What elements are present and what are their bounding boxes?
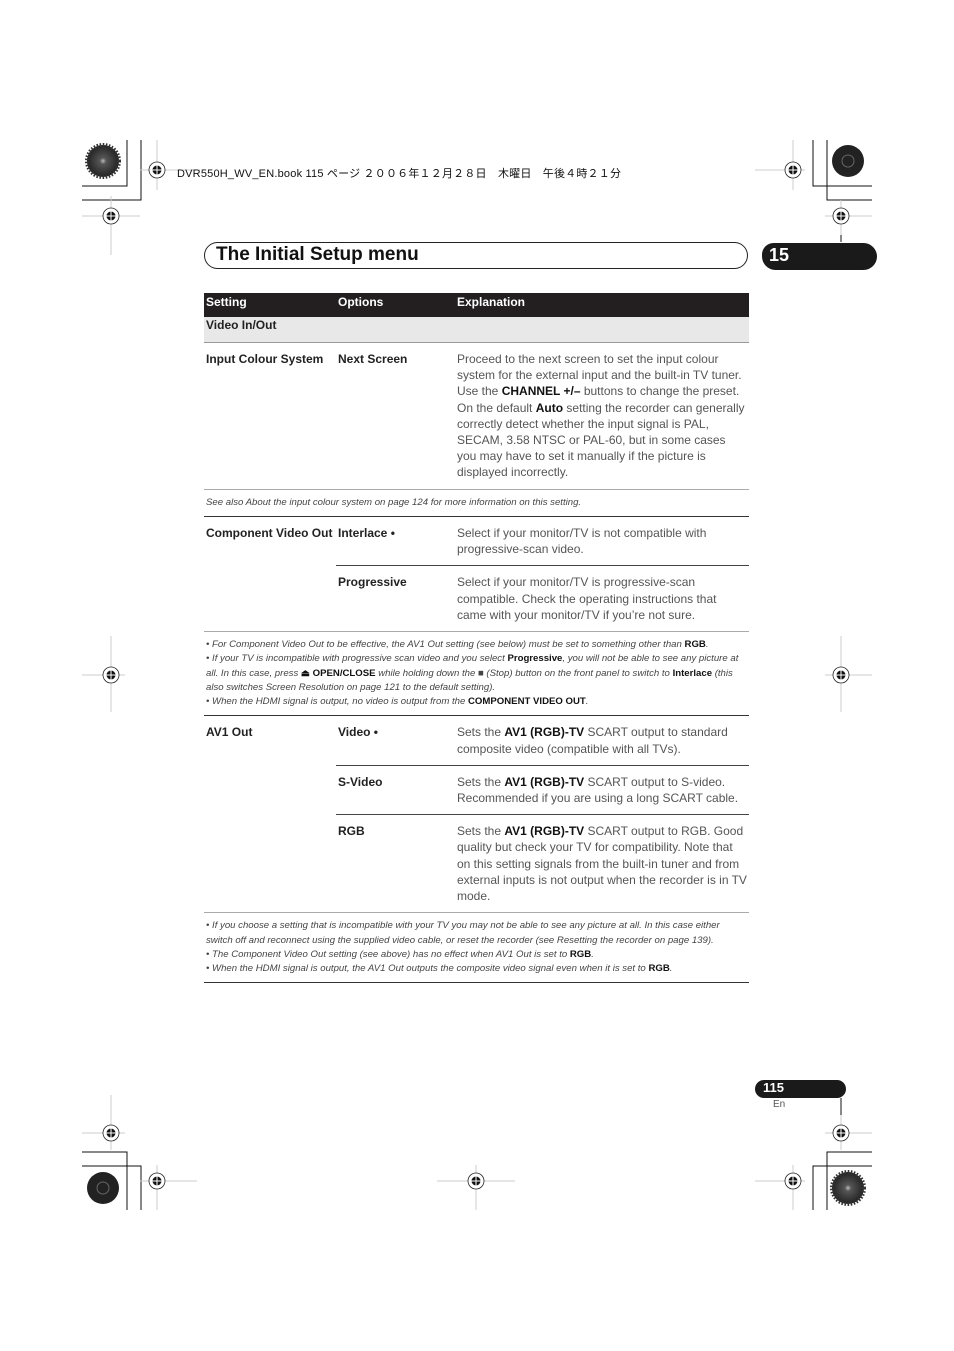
text-run: Sets the <box>457 725 505 740</box>
notes-cell: • If you choose a setting that is incomp… <box>204 912 749 984</box>
emphasis-text: AV1 (RGB)-TV <box>504 725 585 740</box>
notes-cell: • For Component Video Out to be effectiv… <box>204 630 749 717</box>
text-run: . <box>591 948 594 960</box>
emphasis-text: AV1 (RGB)-TV <box>504 774 585 789</box>
notes-cell: See also About the input colour system o… <box>204 488 749 517</box>
emphasis-text: CHANNEL +/– <box>501 384 581 399</box>
text-run: • The Component Video Out setting (see a… <box>206 948 570 960</box>
emphasis-text: RGB <box>684 638 706 650</box>
page-number: 115 <box>763 1080 784 1095</box>
note-item: • For Component Video Out to be effectiv… <box>206 638 747 652</box>
option-name: Progressive <box>336 565 455 632</box>
emphasis-text: Auto <box>535 400 564 415</box>
text-run: • If you choose a setting that is incomp… <box>206 920 720 946</box>
setting-name: AV1 Out <box>206 725 253 740</box>
page-title: The Initial Setup menu <box>216 244 419 265</box>
section-row: Video In/Out <box>204 317 749 343</box>
print-job-line: DVR550H_WV_EN.book 115 ページ ２００６年１２月２８日 木… <box>177 168 622 180</box>
table-row: Component Video Out Interlace • Select if … <box>204 516 749 565</box>
option-name: Video • <box>338 725 378 740</box>
option-name: Interlace • <box>338 525 395 540</box>
language-label: En <box>773 1099 786 1110</box>
header-options: Options <box>336 293 455 317</box>
setting-name: Input Colour System <box>206 352 324 366</box>
text-run: • When the HDMI signal is output, no vid… <box>206 696 468 708</box>
option-explanation: Select if your monitor/TV is progressive… <box>455 565 749 632</box>
table-row: Input Colour System Next Screen Proceed to… <box>204 343 749 490</box>
emphasis-text: Interlace <box>672 667 713 679</box>
option-name: S-Video <box>336 764 455 815</box>
text-run: . <box>585 696 589 708</box>
text-run: • For Component Video Out to be effectiv… <box>206 638 685 650</box>
table-header-row: Setting Options Explanation <box>204 293 749 317</box>
text-run: See also About the input colour system o… <box>206 496 582 508</box>
emphasis-text: ⏏ OPEN/CLOSE <box>300 667 376 679</box>
option-name: Next Screen <box>338 352 408 366</box>
section-title: Video In/Out <box>204 317 749 343</box>
text-run: . <box>705 638 709 650</box>
emphasis-text: COMPONENT VIDEO OUT <box>468 696 586 708</box>
text-run: Sets the <box>457 824 505 839</box>
option-explanation: Sets the AV1 (RGB)-TV SCART output to S-… <box>455 764 749 815</box>
text-run: • If your TV is incompatible with progre… <box>206 653 508 665</box>
header-explanation: Explanation <box>455 293 749 317</box>
note-item: • If your TV is incompatible with progre… <box>206 652 747 695</box>
option-explanation: Proceed to the next screen to set the in… <box>455 343 749 490</box>
note-item: • When the HDMI signal is output, no vid… <box>206 695 747 709</box>
note-item: See also About the input colour system o… <box>206 496 747 510</box>
option-explanation: Sets the AV1 (RGB)-TV SCART output to RG… <box>455 814 749 913</box>
option-name: RGB <box>336 814 455 913</box>
text-run: while holding down the ■ (Stop) button o… <box>375 667 673 679</box>
text-run: Select if your monitor/TV is not compati… <box>457 525 707 557</box>
emphasis-text: Progressive <box>507 653 563 665</box>
note-item: • If you choose a setting that is incomp… <box>206 919 747 948</box>
emphasis-text: AV1 (RGB)-TV <box>504 824 585 839</box>
note-item: • The Component Video Out setting (see a… <box>206 948 747 962</box>
emphasis-text: RGB <box>648 963 670 975</box>
notes-row: See also About the input colour system o… <box>204 488 749 517</box>
note-item: • When the HDMI signal is output, the AV… <box>206 962 747 976</box>
option-explanation: Sets the AV1 (RGB)-TV SCART output to st… <box>455 716 749 765</box>
text-run: Sets the <box>457 774 505 789</box>
notes-row: • If you choose a setting that is incomp… <box>204 912 749 984</box>
table-row: AV1 Out Video • Sets the AV1 (RGB)-TV SCAR… <box>204 716 749 765</box>
text-run: Select if your monitor/TV is progressive… <box>457 575 717 622</box>
setting-name: Component Video Out <box>206 525 333 540</box>
header-setting: Setting <box>204 293 336 317</box>
settings-table: Setting Options Explanation Video In/Out… <box>204 293 749 984</box>
chapter-number: 15 <box>769 245 790 265</box>
text-run: . <box>669 963 673 975</box>
notes-row: • For Component Video Out to be effectiv… <box>204 630 749 717</box>
text-run: • When the HDMI signal is output, the AV… <box>206 963 649 975</box>
option-explanation: Select if your monitor/TV is not compati… <box>455 516 749 565</box>
emphasis-text: RGB <box>569 948 592 960</box>
